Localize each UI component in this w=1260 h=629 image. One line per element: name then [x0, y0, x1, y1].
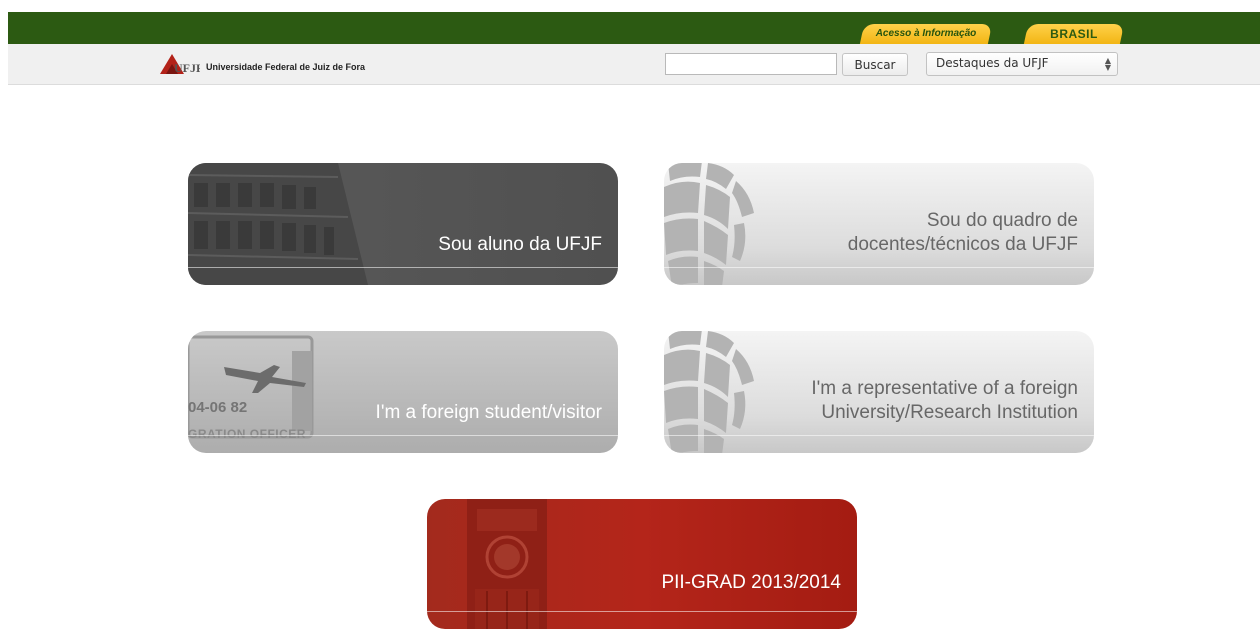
brasil-link[interactable]: BRASIL	[1023, 24, 1125, 44]
tile-docentes[interactable]: Sou do quadro de docentes/técnicos da UF…	[664, 163, 1094, 285]
tile-pii-caption: PII-GRAD 2013/2014	[661, 572, 841, 593]
brasil-label: BRASIL	[1050, 27, 1098, 41]
tile-institution-caption: I'm a representative of a foreign Univer…	[811, 378, 1078, 423]
ufjf-logo[interactable]: UFJF	[158, 52, 200, 76]
tile-underline	[664, 267, 1094, 268]
tile-foreign-student[interactable]: 04-06 82 GRATION OFFICER I'm a foreign s…	[188, 331, 618, 453]
stamp-line-1: 04-06 82	[188, 399, 248, 416]
tile-underline	[188, 267, 618, 268]
acesso-informacao-link[interactable]: Acesso à Informação	[859, 24, 993, 44]
tile-institution-representative[interactable]: I'm a representative of a foreign Univer…	[664, 331, 1094, 453]
big-ben-icon	[467, 499, 547, 629]
tile-docentes-caption: Sou do quadro de docentes/técnicos da UF…	[847, 210, 1078, 255]
university-name: Universidade Federal de Juiz de Fora	[206, 62, 366, 72]
tile-underline	[188, 435, 618, 436]
tile-aluno-caption: Sou aluno da UFJF	[438, 234, 602, 255]
stamp-line-2: GRATION OFFICER	[188, 427, 306, 441]
tile-pii-grad[interactable]: PII-GRAD 2013/2014	[427, 499, 857, 629]
destaques-select[interactable]: Destaques da UFJF ▲ ▼	[926, 52, 1118, 76]
tile-aluno[interactable]: Sou aluno da UFJF	[188, 163, 618, 285]
acesso-informacao-label: Acesso à Informação	[875, 28, 977, 39]
search-button[interactable]: Buscar	[842, 53, 908, 76]
tile-underline	[664, 435, 1094, 436]
select-arrows-icon: ▲ ▼	[1104, 56, 1111, 72]
logo-text: UFJF	[174, 61, 200, 75]
tile-foreign-caption: I'm a foreign student/visitor	[375, 402, 602, 423]
destaques-select-value: Destaques da UFJF	[936, 56, 1049, 70]
search-input[interactable]	[665, 53, 837, 75]
